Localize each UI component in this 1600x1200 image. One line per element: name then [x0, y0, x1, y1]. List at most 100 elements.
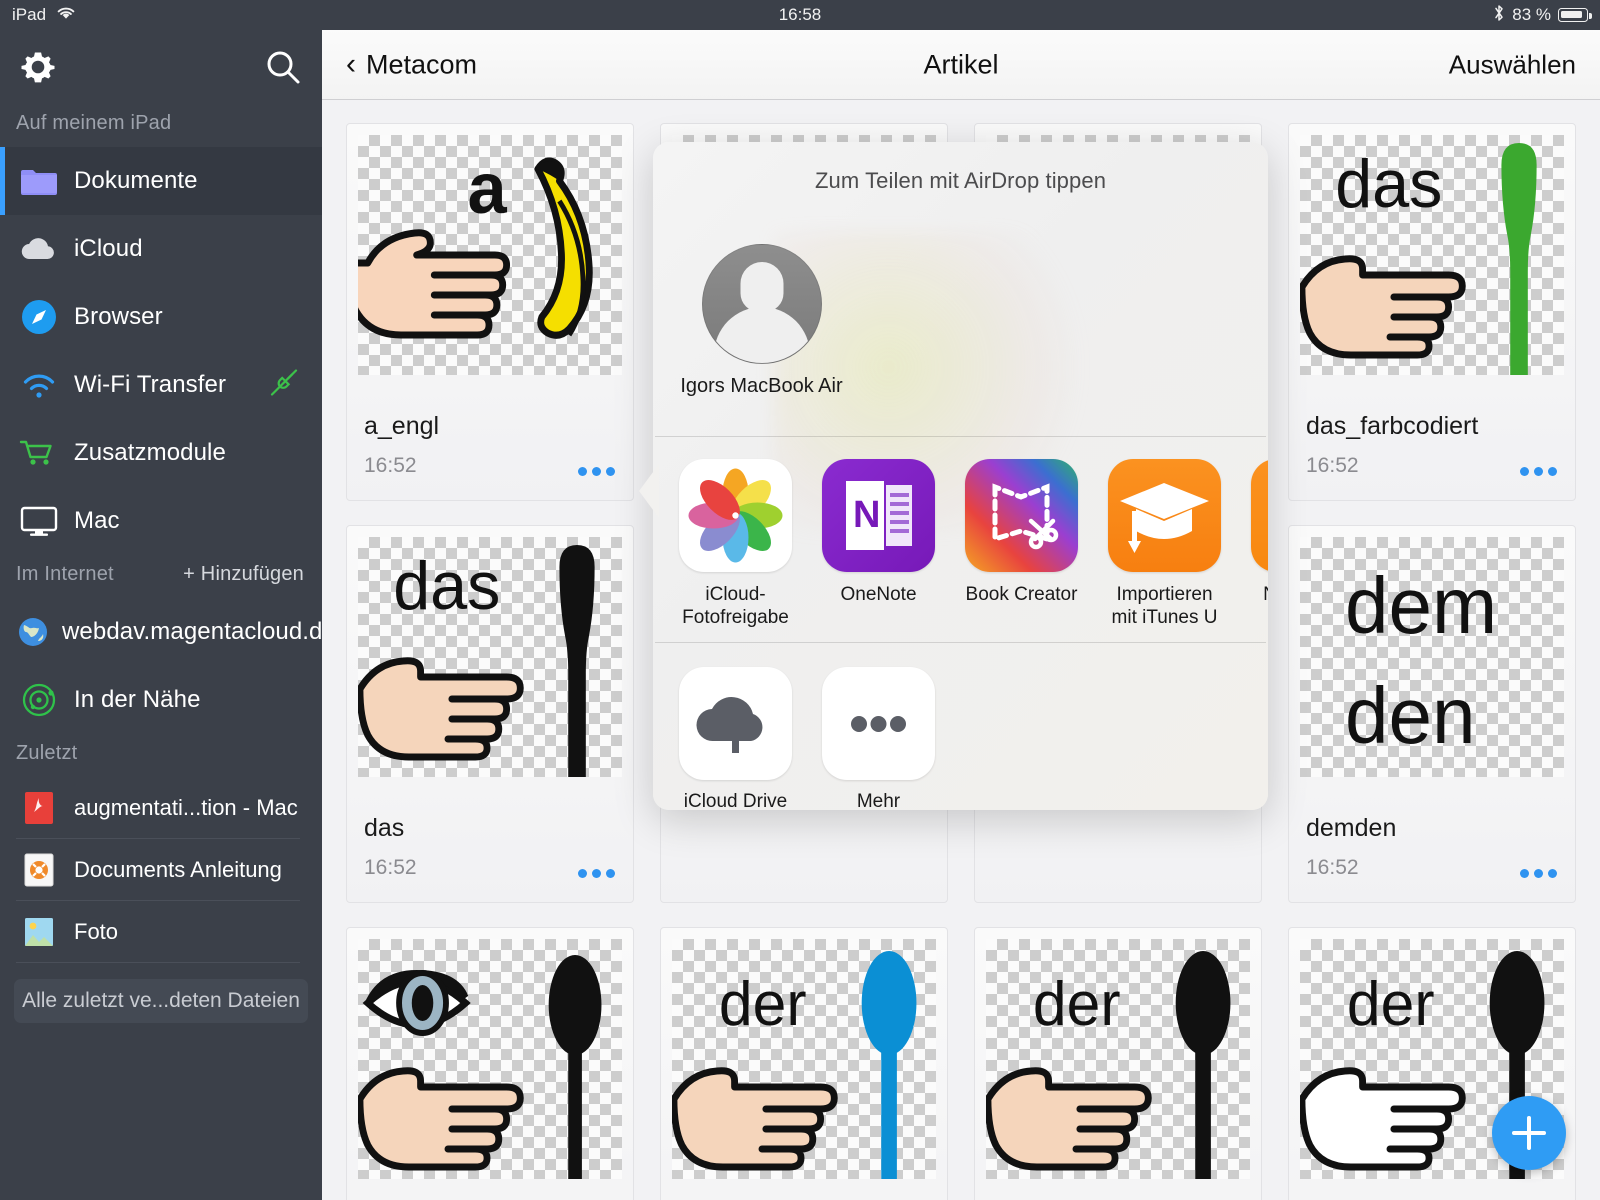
all-recent-files-button[interactable]: Alle zuletzt ve...deten Dateien: [14, 979, 308, 1023]
file-time: 16:52: [364, 454, 417, 477]
file-time: 16:52: [1306, 856, 1359, 879]
sidebar-section-local: Auf meinem iPad: [16, 112, 172, 134]
sidebar-item-in-der-naehe[interactable]: In der Nähe: [0, 666, 322, 734]
airdrop-target-label: Igors MacBook Air: [680, 375, 843, 397]
gear-icon[interactable]: [18, 47, 58, 92]
file-card-das-farbcodiert[interactable]: das das_farbcodiert 16:52: [1288, 123, 1576, 501]
add-connection-button[interactable]: + Hinzufügen: [183, 563, 304, 586]
sidebar-item-zusatzmodule[interactable]: Zusatzmodule: [0, 419, 322, 487]
status-bar-clock: 16:58: [778, 5, 822, 24]
more-dots-icon[interactable]: [578, 467, 615, 476]
radar-icon: [16, 682, 62, 718]
share-app-label: OneNote: [840, 584, 917, 605]
svg-text:der: der: [1033, 968, 1121, 1038]
share-action-mehr[interactable]: Mehr: [822, 667, 935, 810]
share-app-label: Importieren mit iTunes U: [1111, 584, 1218, 629]
share-app-nach-pro[interactable]: Nach Pro l: [1251, 459, 1268, 606]
icloud-upload-icon: [679, 667, 792, 780]
sidebar-item-wifi-transfer[interactable]: Wi-Fi Transfer: [0, 351, 322, 419]
share-app-icloud-fotofreigabe[interactable]: iCloud-Fotofreigabe: [679, 459, 792, 629]
folder-icon: [16, 166, 62, 196]
pdf-file-icon: [16, 790, 62, 826]
airdrop-zone: Igors MacBook Air: [653, 194, 1268, 436]
sidebar-item-dokumente[interactable]: Dokumente: [0, 147, 322, 215]
list-item[interactable]: Foto: [0, 901, 322, 962]
cloud-icon: [16, 235, 62, 263]
file-name: a_engl: [364, 412, 440, 440]
status-bar: iPad 16:58 83 %: [0, 0, 1600, 30]
globe-icon: [16, 615, 50, 649]
file-time: 16:52: [1306, 454, 1359, 477]
file-card-a-engl[interactable]: a a_engl 16:52: [346, 123, 634, 501]
file-card-der-black[interactable]: der: [974, 927, 1262, 1200]
plug-disconnected-icon: [268, 367, 300, 404]
file-card-eye-spoon[interactable]: [346, 927, 634, 1200]
lifebuoy-doc-icon: [16, 852, 62, 888]
list-item-label: Documents Anleitung: [74, 856, 282, 882]
svg-text:der: der: [719, 968, 807, 1038]
page-title: Artikel: [923, 49, 999, 79]
divider: [16, 962, 300, 963]
file-thumbnail: dem den: [1300, 537, 1564, 777]
shopping-cart-icon: [16, 438, 62, 468]
sidebar-item-label: Dokumente: [74, 167, 198, 194]
search-icon[interactable]: [264, 48, 302, 91]
more-dots-icon[interactable]: [1520, 467, 1557, 476]
share-app-label: Book Creator: [965, 584, 1078, 605]
sidebar-item-browser[interactable]: Browser: [0, 283, 322, 351]
person-avatar-icon: [701, 244, 822, 364]
sidebar-item-label: webdav.magentacloud.de: [62, 618, 322, 645]
more-dots-icon: [822, 667, 935, 780]
select-button[interactable]: Auswählen: [1449, 49, 1576, 80]
share-app-book-creator[interactable]: Book Creator: [965, 459, 1078, 606]
book-creator-app-icon: [965, 459, 1078, 572]
share-app-itunes-u[interactable]: Importieren mit iTunes U: [1108, 459, 1221, 629]
sidebar-item-label: In der Nähe: [74, 686, 201, 713]
list-item-label: augmentati...tion - Mac: [74, 794, 298, 820]
more-dots-icon[interactable]: [578, 869, 615, 878]
list-item[interactable]: Documents Anleitung: [0, 839, 322, 900]
file-name: demden: [1306, 814, 1397, 842]
share-action-label: iCloud Drive: [683, 791, 788, 810]
file-time: 16:52: [364, 856, 417, 879]
list-item[interactable]: augmentati...tion - Mac: [0, 777, 322, 838]
svg-text:dem: dem: [1345, 560, 1497, 650]
onenote-app-icon: N: [822, 459, 935, 572]
share-app-onenote[interactable]: N OneNote: [822, 459, 935, 606]
file-card-demden[interactable]: dem den demden 16:52: [1288, 525, 1576, 903]
share-action-label: Mehr: [856, 791, 901, 810]
svg-text:N: N: [853, 494, 880, 536]
sidebar-item-label: iCloud: [74, 235, 143, 262]
popover-arrow: [637, 464, 659, 518]
sidebar-item-webdav[interactable]: webdav.magentacloud.de: [0, 598, 322, 666]
photos-app-icon: [679, 459, 792, 572]
share-app-label: Nach Pro l: [1251, 583, 1268, 606]
airdrop-target[interactable]: Igors MacBook Air: [679, 244, 844, 398]
share-sheet-popover: Zum Teilen mit AirDrop tippen Igors MacB…: [653, 142, 1268, 810]
file-card-das[interactable]: das das 16:52: [346, 525, 634, 903]
bluetooth-icon: [1493, 4, 1505, 27]
list-item-label: Foto: [74, 918, 119, 944]
sidebar-section-internet-label: Im Internet: [16, 563, 114, 585]
svg-text:den: den: [1345, 670, 1476, 760]
navigation-bar: ‹ Metacom Artikel Auswählen: [322, 30, 1600, 100]
main-pane: ‹ Metacom Artikel Auswählen a a_engl 16:…: [322, 30, 1600, 1200]
share-action-icloud-drive[interactable]: iCloud Drive: [679, 667, 792, 810]
sidebar-item-label: Mac: [74, 507, 120, 534]
file-name: das_farbcodiert: [1306, 412, 1479, 440]
sidebar-item-mac[interactable]: Mac: [0, 487, 322, 555]
file-thumbnail: der: [672, 939, 936, 1179]
share-app-row: iCloud-Fotofreigabe N OneNote Book Creat…: [653, 437, 1268, 642]
svg-text:der: der: [1347, 968, 1435, 1038]
file-thumbnail: der: [986, 939, 1250, 1179]
add-button[interactable]: [1492, 1096, 1566, 1170]
file-card-der-blue[interactable]: der: [660, 927, 948, 1200]
status-bar-right: 83 %: [1493, 4, 1592, 27]
sidebar-item-label: Wi-Fi Transfer: [74, 371, 227, 398]
monitor-icon: [16, 505, 62, 537]
more-dots-icon[interactable]: [1520, 869, 1557, 878]
sidebar-item-icloud[interactable]: iCloud: [0, 215, 322, 283]
photo-icon: [16, 916, 62, 948]
sidebar-section-recent: Zuletzt: [16, 742, 78, 764]
battery-percent-label: 83 %: [1512, 5, 1551, 24]
